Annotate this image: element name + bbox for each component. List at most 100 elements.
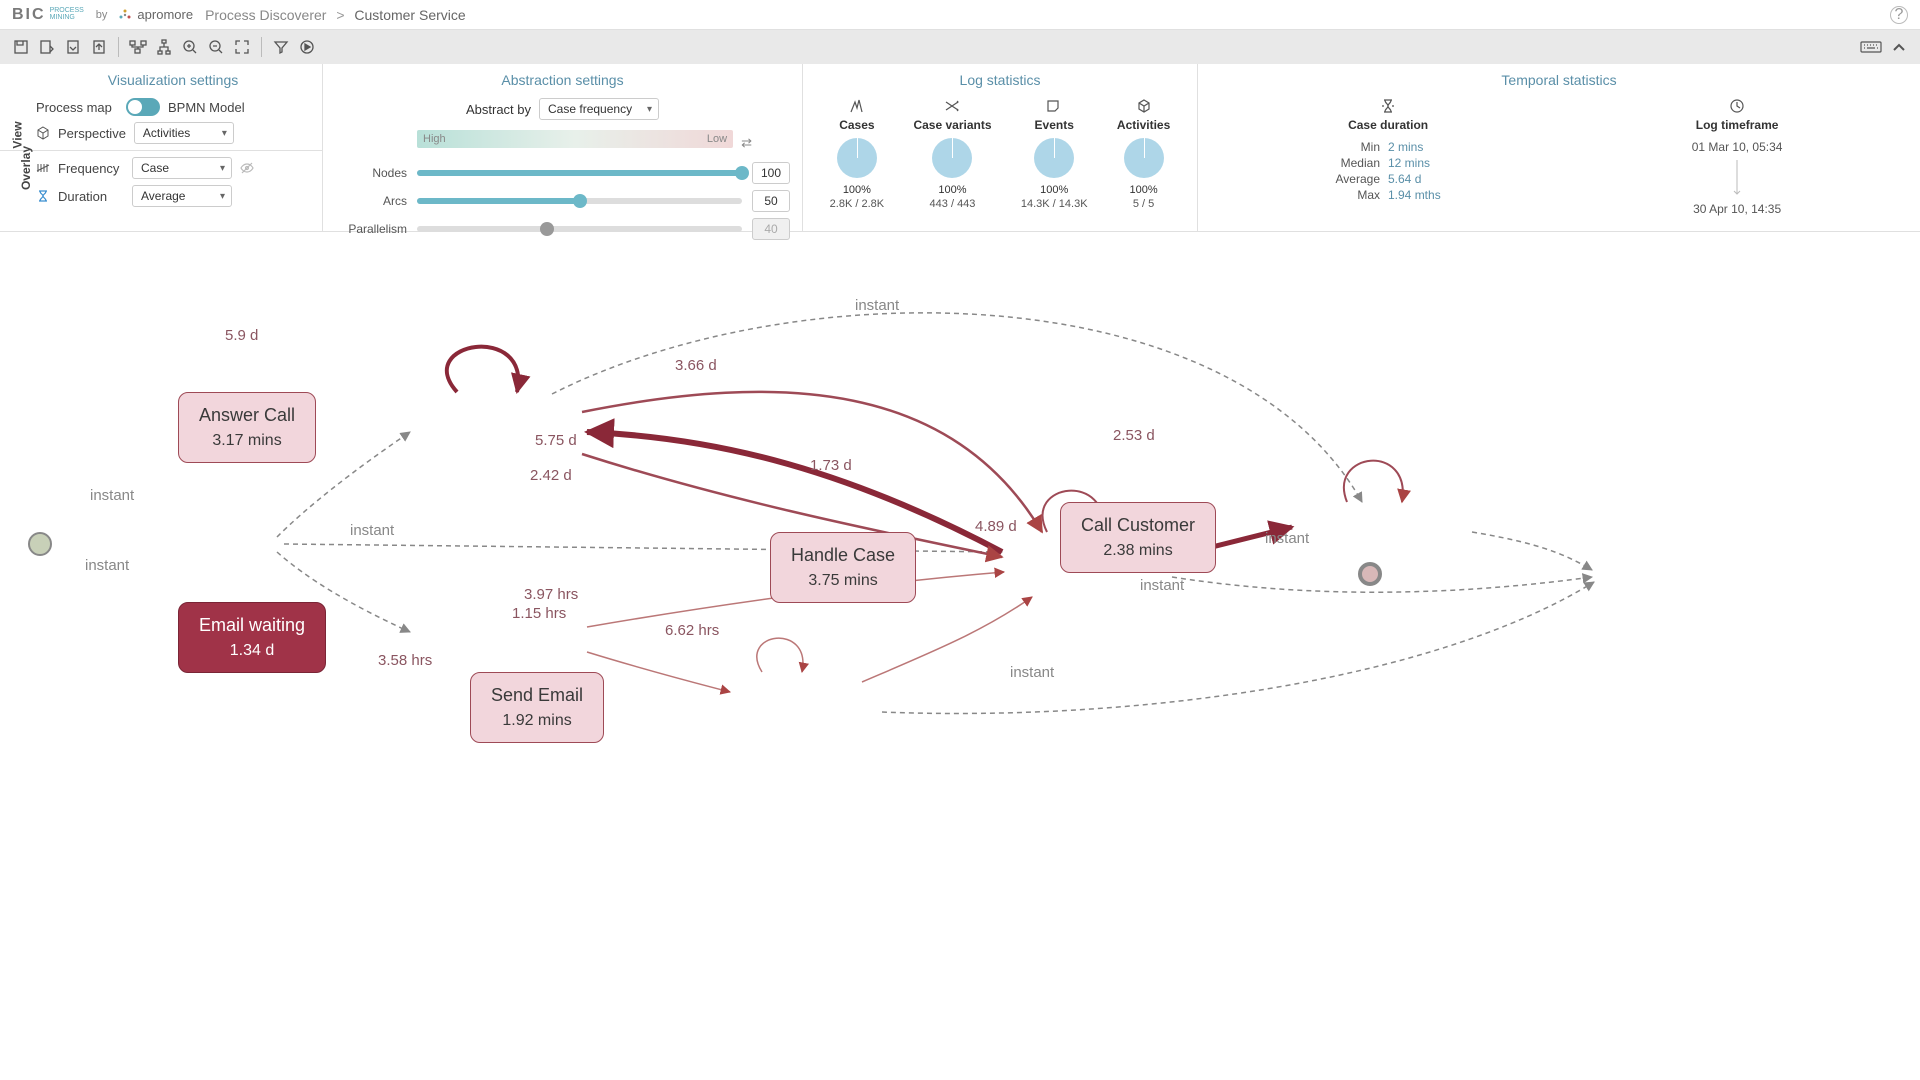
- edge-label: instant: [1010, 664, 1054, 681]
- log-statistics: Log statistics Cases 100% 2.8K / 2.8K Ca…: [802, 64, 1197, 231]
- highlow-bar: High Low: [417, 130, 733, 148]
- end-node[interactable]: [1358, 562, 1382, 586]
- edge-label: 3.66 d: [675, 357, 717, 374]
- graph-edges: [0, 232, 1920, 852]
- case-duration-col: Case duration Min2 mins Median12 mins Av…: [1336, 98, 1441, 216]
- perspective-select[interactable]: Activities: [134, 122, 234, 144]
- tally-icon: [36, 161, 50, 175]
- pie-icon: [837, 138, 877, 178]
- nodes-label: Nodes: [335, 166, 407, 180]
- layout-horizontal-button[interactable]: [127, 36, 149, 58]
- bpmn-model-label: BPMN Model: [168, 100, 245, 115]
- visualization-settings: Visualization settings View Overlay Proc…: [0, 64, 322, 231]
- visibility-off-icon[interactable]: [240, 161, 254, 175]
- logo-text: BIC: [12, 6, 46, 24]
- edge-label: 3.58 hrs: [378, 652, 432, 669]
- keyboard-icon[interactable]: [1860, 36, 1882, 58]
- pie-icon: [932, 138, 972, 178]
- cube-icon: [36, 126, 50, 140]
- process-map-label: Process map: [36, 100, 118, 115]
- logo-by: by: [96, 9, 108, 21]
- arcs-value[interactable]: 50: [752, 190, 790, 212]
- help-icon[interactable]: ?: [1890, 6, 1908, 24]
- fit-screen-button[interactable]: [231, 36, 253, 58]
- vis-title: Visualization settings: [36, 72, 310, 88]
- export-log-button[interactable]: [36, 36, 58, 58]
- temp-title: Temporal statistics: [1210, 72, 1908, 88]
- frequency-label: Frequency: [58, 161, 124, 176]
- toolbar-divider: [118, 37, 119, 57]
- frequency-select[interactable]: Case: [132, 157, 232, 179]
- process-graph[interactable]: Answer Call 3.17 mins Email waiting 1.34…: [0, 232, 1920, 852]
- log-title: Log statistics: [815, 72, 1185, 88]
- duration-icon: [1379, 98, 1397, 116]
- app-header: BIC PROCESS MINING by apromore Process D…: [0, 0, 1920, 30]
- pie-icon: [1124, 138, 1164, 178]
- edge-label: instant: [350, 522, 394, 539]
- edge-label: 5.75 d: [535, 432, 577, 449]
- node-handle-case[interactable]: Handle Case 3.75 mins: [770, 532, 916, 603]
- abstraction-settings: Abstraction settings Abstract by Case fr…: [322, 64, 802, 231]
- logo: BIC PROCESS MINING by apromore: [12, 6, 193, 24]
- edge-label: 2.42 d: [530, 467, 572, 484]
- tab-overlay: Overlay: [19, 146, 33, 190]
- export-pdf-button[interactable]: [62, 36, 84, 58]
- toolbar: [0, 30, 1920, 64]
- hourglass-icon: [36, 189, 50, 203]
- activities-icon: [1135, 98, 1153, 116]
- arcs-slider[interactable]: [417, 198, 742, 204]
- zoom-out-button[interactable]: [205, 36, 227, 58]
- zoom-in-button[interactable]: [179, 36, 201, 58]
- logo-subtext: PROCESS MINING: [52, 8, 84, 21]
- abs-title: Abstraction settings: [335, 72, 790, 88]
- perspective-label: Perspective: [58, 126, 126, 141]
- stat-events: Events 100% 14.3K / 14.3K: [1021, 98, 1088, 210]
- export-png-button[interactable]: [88, 36, 110, 58]
- nodes-slider[interactable]: [417, 170, 742, 176]
- variants-icon: [943, 98, 961, 116]
- abstract-by-select[interactable]: Case frequency: [539, 98, 659, 120]
- edge-label: instant: [1140, 577, 1184, 594]
- stat-cases: Cases 100% 2.8K / 2.8K: [830, 98, 884, 210]
- events-icon: [1045, 98, 1063, 116]
- edge-label: 5.9 d: [225, 327, 258, 344]
- edge-label: 1.73 d: [810, 457, 852, 474]
- node-send-email[interactable]: Send Email 1.92 mins: [470, 672, 604, 743]
- breadcrumb-app[interactable]: Process Discoverer: [205, 7, 326, 23]
- breadcrumb: Process Discoverer > Customer Service: [205, 7, 466, 23]
- timeframe-end: 30 Apr 10, 14:35: [1693, 202, 1781, 216]
- duration-label: Duration: [58, 189, 124, 204]
- map-bpmn-toggle[interactable]: [126, 98, 160, 116]
- edge-label: 3.97 hrs: [524, 586, 578, 603]
- timeframe-col: Log timeframe 01 Mar 10, 05:34 30 Apr 10…: [1692, 98, 1783, 216]
- node-answer-call[interactable]: Answer Call 3.17 mins: [178, 392, 316, 463]
- apromore-icon: [119, 9, 131, 21]
- edge-label: instant: [1265, 530, 1309, 547]
- edge-label: 4.89 d: [975, 518, 1017, 535]
- filter-button[interactable]: [270, 36, 292, 58]
- settings-panel: Visualization settings View Overlay Proc…: [0, 64, 1920, 232]
- save-button[interactable]: [10, 36, 32, 58]
- animate-button[interactable]: [296, 36, 318, 58]
- collapse-panel-button[interactable]: [1888, 36, 1910, 58]
- duration-select[interactable]: Average: [132, 185, 232, 207]
- breadcrumb-sep: >: [336, 7, 344, 23]
- edge-label: 6.62 hrs: [665, 622, 719, 639]
- edge-label: 1.15 hrs: [512, 605, 566, 622]
- nodes-value[interactable]: 100: [752, 162, 790, 184]
- edge-label: 2.53 d: [1113, 427, 1155, 444]
- node-email-waiting[interactable]: Email waiting 1.34 d: [178, 602, 326, 673]
- stat-activities: Activities 100% 5 / 5: [1117, 98, 1170, 210]
- layout-vertical-button[interactable]: [153, 36, 175, 58]
- arcs-label: Arcs: [335, 194, 407, 208]
- node-call-customer[interactable]: Call Customer 2.38 mins: [1060, 502, 1216, 573]
- temporal-statistics: Temporal statistics Case duration Min2 m…: [1197, 64, 1920, 231]
- down-arrow-icon: [1731, 158, 1743, 198]
- edge-label: instant: [90, 487, 134, 504]
- timeframe-start: 01 Mar 10, 05:34: [1692, 140, 1783, 154]
- start-node[interactable]: [28, 532, 52, 556]
- edge-label: instant: [855, 297, 899, 314]
- swap-icon[interactable]: ⇄: [741, 135, 752, 151]
- abstract-by-label: Abstract by: [466, 102, 531, 117]
- edge-label: instant: [85, 557, 129, 574]
